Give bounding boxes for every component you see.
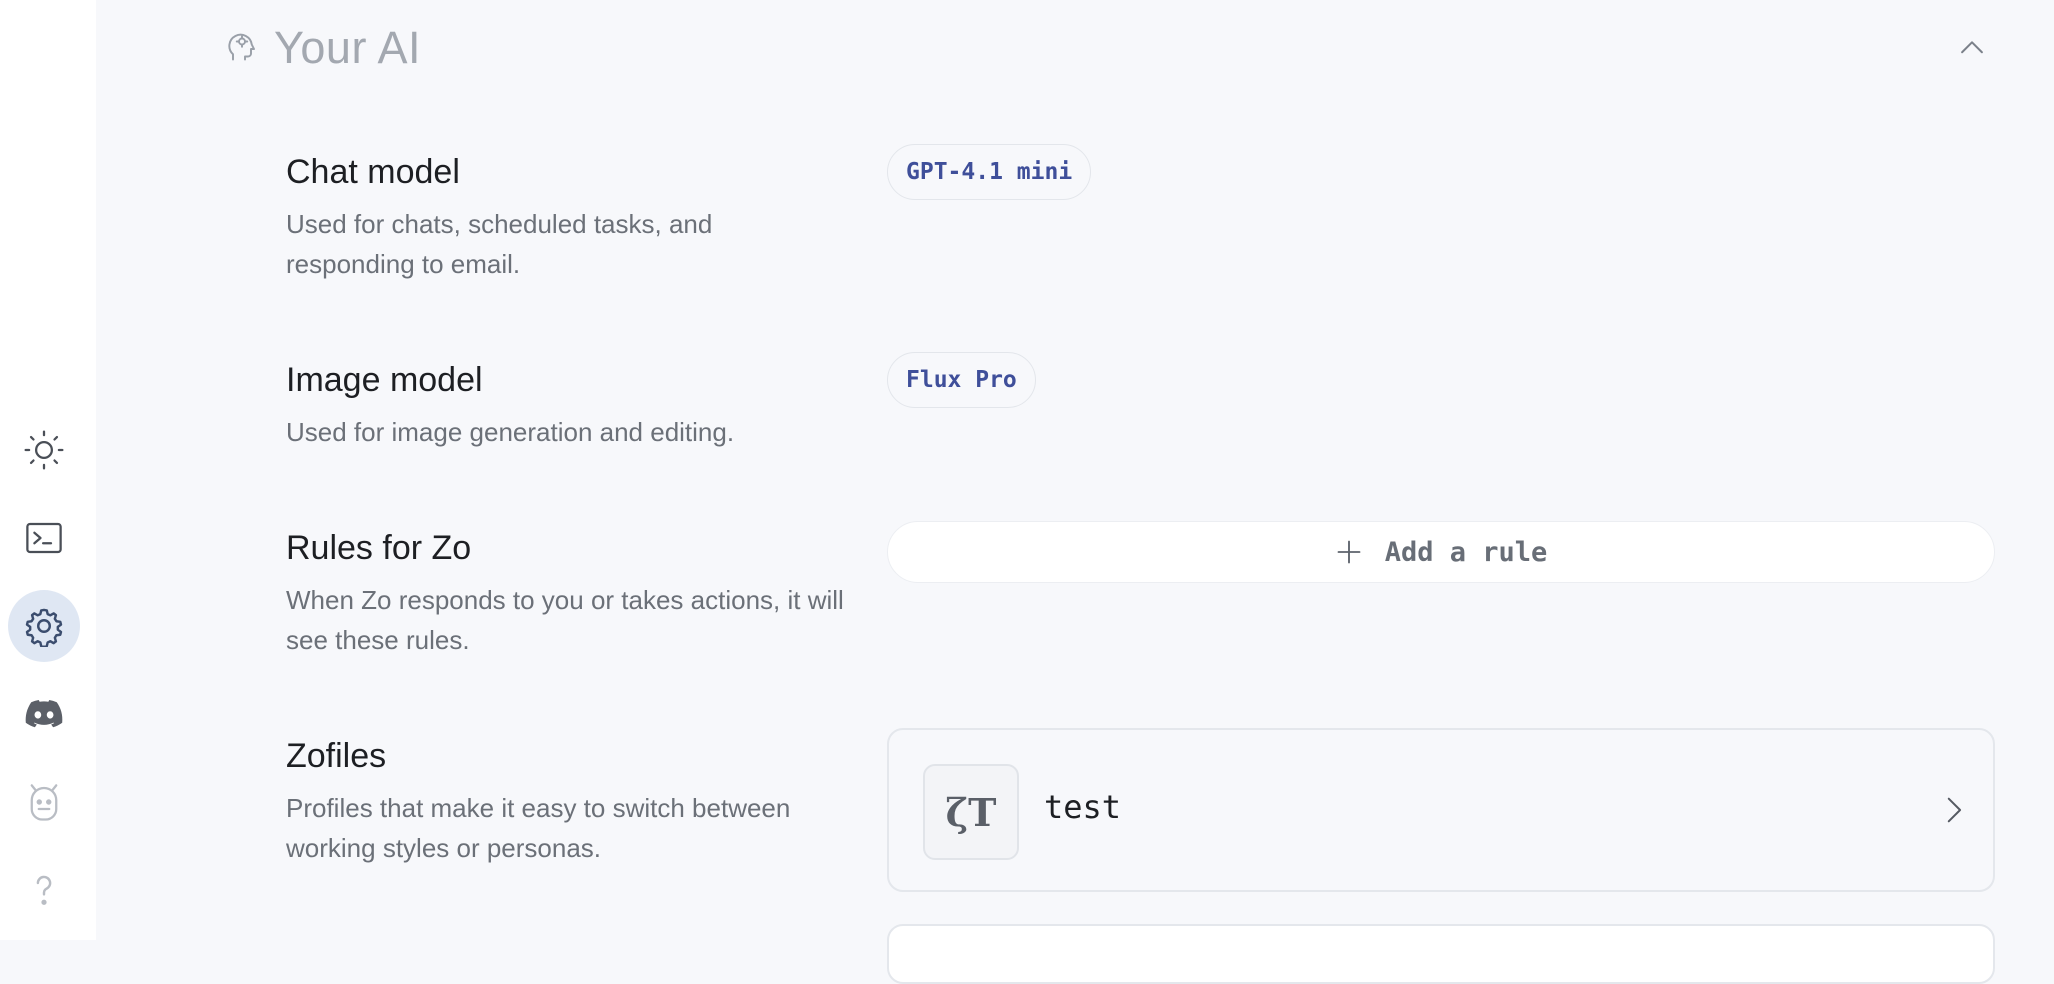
chat-model-label-group: Chat model Used for chats, scheduled tas… <box>286 150 846 284</box>
chevron-right-icon <box>1933 790 1973 830</box>
chat-model-description: Used for chats, scheduled tasks, and res… <box>286 209 713 279</box>
sun-icon <box>24 430 64 470</box>
chat-model-selector[interactable]: GPT-4.1 mini <box>887 144 1092 200</box>
add-rule-button[interactable]: Add a rule <box>887 521 1995 583</box>
terminal-button[interactable] <box>8 502 80 574</box>
settings-button[interactable] <box>8 590 80 662</box>
rules-label-group: Rules for Zo When Zo responds to you or … <box>286 526 846 660</box>
question-icon <box>36 875 52 905</box>
help-button[interactable] <box>8 854 80 926</box>
zofile-avatar: ζT <box>923 764 1019 860</box>
discord-button[interactable] <box>8 678 80 750</box>
zofile-card[interactable]: ζT test <box>887 728 1995 892</box>
zofiles-description: Profiles that make it easy to switch bet… <box>286 793 791 863</box>
zofiles-title: Zofiles <box>286 737 387 775</box>
bot-button[interactable] <box>8 766 80 838</box>
image-model-title: Image model <box>286 361 483 399</box>
zofiles-label-group: Zofiles Profiles that make it easy to sw… <box>286 734 846 868</box>
chat-model-title: Chat model <box>286 153 460 191</box>
chevron-up-icon <box>1961 41 1983 54</box>
section-title: Your AI <box>274 22 421 73</box>
settings-main: Your AI Chat model Used for chats, sched… <box>96 0 2054 984</box>
image-model-label-group: Image model Used for image generation an… <box>286 358 846 452</box>
image-model-description: Used for image generation and editing. <box>286 417 735 447</box>
rules-description: When Zo responds to you or takes actions… <box>286 585 844 655</box>
add-rule-label: Add a rule <box>1384 536 1548 568</box>
left-rail <box>0 0 96 940</box>
section-header[interactable]: Your AI <box>224 18 421 78</box>
discord-icon <box>25 700 63 728</box>
robot-icon <box>30 784 58 821</box>
rules-title: Rules for Zo <box>286 529 472 567</box>
plus-icon <box>1337 540 1361 564</box>
terminal-icon <box>26 522 62 554</box>
image-model-selector[interactable]: Flux Pro <box>887 352 1036 408</box>
theme-toggle-button[interactable] <box>8 414 80 486</box>
head-brain-icon <box>224 28 260 69</box>
zofile-name: test <box>1044 788 1122 826</box>
zofile-card-next[interactable] <box>887 924 1995 984</box>
collapse-section-button[interactable] <box>1952 28 1992 68</box>
gear-icon <box>25 608 63 647</box>
